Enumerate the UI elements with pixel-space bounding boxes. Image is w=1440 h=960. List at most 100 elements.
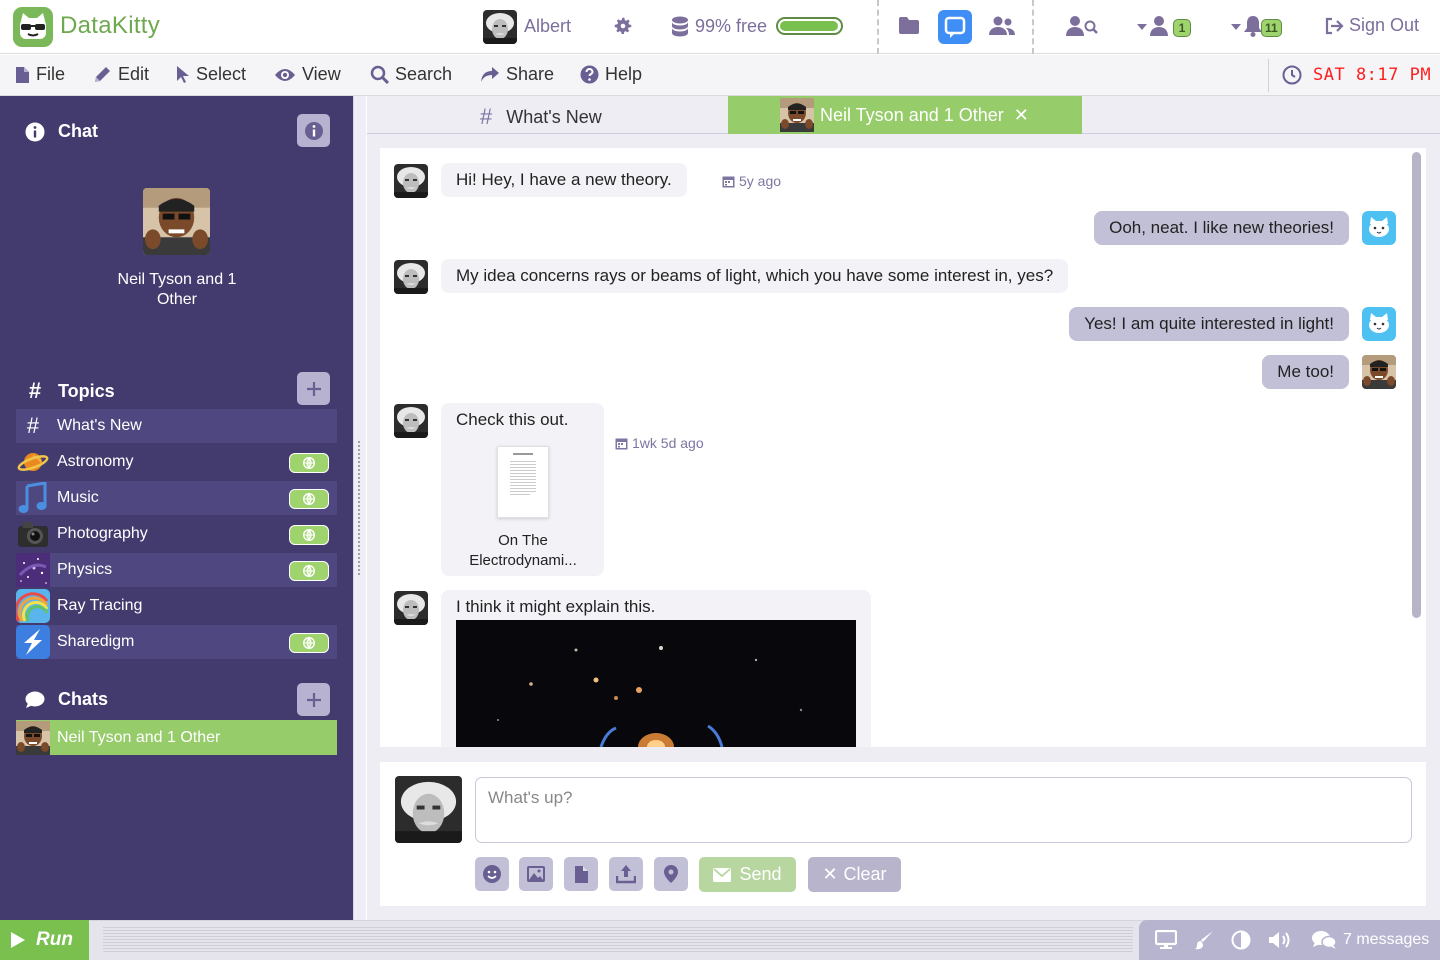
info-icon <box>24 122 46 142</box>
location-button[interactable] <box>654 857 688 891</box>
attachment-name[interactable]: On The Electrodynami... <box>452 531 594 571</box>
volume-icon[interactable] <box>1268 930 1294 950</box>
sender-avatar[interactable] <box>394 591 428 625</box>
send-label: Send <box>739 864 782 884</box>
public-badge[interactable] <box>289 525 329 545</box>
splitter-grip[interactable] <box>357 440 361 575</box>
timestamp-label: 5y ago <box>739 173 782 189</box>
chat-profile-photo[interactable] <box>143 188 210 255</box>
help-icon <box>580 65 599 84</box>
storage-meter-fill <box>780 21 839 31</box>
document-thumbnail[interactable] <box>497 446 549 518</box>
chat-info-button[interactable] <box>297 114 330 147</box>
find-user-icon[interactable] <box>1066 15 1098 37</box>
public-badge[interactable] <box>289 561 329 581</box>
message-bubble: Me too! <box>1262 355 1349 389</box>
add-chat-button[interactable] <box>297 683 330 716</box>
message-timestamp: 1wk 5d ago <box>615 435 704 451</box>
file-icon <box>16 66 29 83</box>
public-badge[interactable] <box>289 633 329 653</box>
sign-out-label: Sign Out <box>1349 15 1420 35</box>
map-pin-icon <box>664 865 678 883</box>
notifications-icon[interactable] <box>1231 15 1265 37</box>
globe-icon <box>303 529 315 541</box>
topic-physics[interactable]: Physics <box>16 553 337 587</box>
public-badge[interactable] <box>289 453 329 473</box>
contrast-icon[interactable] <box>1231 930 1251 950</box>
menu-search[interactable]: Search <box>370 64 452 85</box>
public-badge[interactable] <box>289 489 329 509</box>
clock-display[interactable]: SAT 8:17 PM <box>1313 65 1431 85</box>
topic-label: Photography <box>57 525 148 542</box>
topic-photography[interactable]: Photography <box>16 517 337 551</box>
run-button[interactable]: Run <box>0 920 89 960</box>
menu-view[interactable]: View <box>274 64 341 85</box>
people-icon[interactable] <box>989 16 1015 36</box>
paintbrush-icon[interactable] <box>1194 930 1214 950</box>
message-count[interactable]: 7 messages <box>1343 931 1429 949</box>
camera-icon <box>16 517 50 551</box>
message-text: Check this out. <box>456 410 569 429</box>
datakitty-logo-icon[interactable] <box>13 7 53 47</box>
user-avatar[interactable] <box>483 10 517 44</box>
sender-avatar[interactable] <box>394 260 428 294</box>
menu-share[interactable]: Share <box>480 64 554 85</box>
add-topic-button[interactable] <box>297 372 330 405</box>
space-photo[interactable] <box>456 620 856 747</box>
chat-item-avatar <box>16 721 50 755</box>
envelope-icon <box>713 867 732 882</box>
menu-help[interactable]: Help <box>580 64 642 85</box>
chat-toggle-button[interactable] <box>938 10 972 44</box>
emoji-button[interactable] <box>475 857 509 891</box>
topics-heading: # Topics <box>24 378 115 404</box>
tab-neil-tyson[interactable]: Neil Tyson and 1 Other ✕ <box>728 96 1082 134</box>
clear-button[interactable]: ✕ Clear <box>808 857 901 892</box>
friend-requests-icon[interactable] <box>1137 15 1171 37</box>
monitor-icon[interactable] <box>1155 930 1177 950</box>
menu-select[interactable]: Select <box>176 64 246 85</box>
message-scrollbar[interactable] <box>1412 152 1421 618</box>
sender-avatar[interactable] <box>1362 355 1396 389</box>
storage-meter <box>776 17 843 35</box>
speech-bubble-icon <box>24 691 46 709</box>
folder-icon[interactable] <box>898 16 920 36</box>
my-avatar[interactable] <box>395 776 462 843</box>
topic-whats-new[interactable]: # What's New <box>16 409 337 443</box>
chat-heading: Chat <box>24 121 98 142</box>
insert-image-button[interactable] <box>519 857 553 891</box>
storage-label: 99% free <box>695 16 768 36</box>
clear-label: Clear <box>843 864 887 884</box>
menu-file[interactable]: File <box>15 64 65 85</box>
rainbow-icon <box>16 589 50 623</box>
topics-heading-label: Topics <box>58 380 115 401</box>
attach-file-button[interactable] <box>564 857 598 891</box>
chat-bubbles-icon[interactable] <box>1311 930 1337 950</box>
tab-avatar <box>780 98 814 132</box>
run-progress-area <box>103 927 1133 953</box>
cat-avatar-icon[interactable] <box>1362 211 1396 245</box>
notifications-badge: 11 <box>1261 19 1282 37</box>
chat-item-neil-tyson[interactable]: Neil Tyson and 1 Other <box>16 720 337 755</box>
play-icon <box>11 932 25 948</box>
clock-icon <box>1282 65 1302 85</box>
planet-icon <box>16 445 50 479</box>
gear-icon[interactable] <box>612 15 634 37</box>
tab-whats-new[interactable]: # What's New <box>480 104 602 130</box>
topic-ray-tracing[interactable]: Ray Tracing <box>16 589 337 623</box>
send-button[interactable]: Send <box>699 857 796 892</box>
message-bubble: Yes! I am quite interested in light! <box>1069 307 1349 341</box>
user-name[interactable]: Albert <box>524 16 571 37</box>
upload-button[interactable] <box>609 857 643 891</box>
cat-avatar-icon[interactable] <box>1362 307 1396 341</box>
sender-avatar[interactable] <box>394 404 428 438</box>
sign-out-button[interactable]: Sign Out <box>1324 15 1419 36</box>
topic-astronomy[interactable]: Astronomy <box>16 445 337 479</box>
menu-help-label: Help <box>605 64 643 84</box>
topic-music[interactable]: Music <box>16 481 337 515</box>
topic-sharedigm[interactable]: Sharedigm <box>16 625 337 659</box>
close-icon[interactable]: ✕ <box>1014 105 1029 126</box>
message-input[interactable] <box>475 777 1412 843</box>
topic-label: Music <box>57 489 99 506</box>
menu-edit[interactable]: Edit <box>93 64 149 85</box>
sender-avatar[interactable] <box>394 164 428 198</box>
